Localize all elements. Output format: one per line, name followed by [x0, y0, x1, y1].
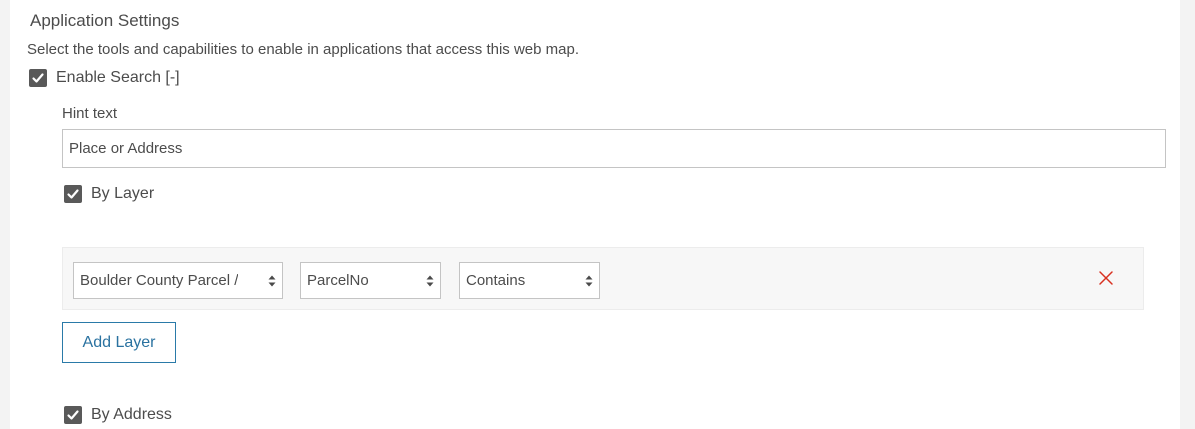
hint-text-label: Hint text — [62, 105, 118, 122]
close-icon[interactable] — [1098, 270, 1114, 286]
sort-arrows-icon — [585, 275, 593, 287]
by-address-checkbox-row[interactable]: By Address — [64, 406, 172, 424]
search-layer-row: Boulder County Parcel / ParcelNo Contain… — [62, 247, 1144, 310]
layer-select[interactable]: Boulder County Parcel / — [73, 262, 283, 299]
enable-search-label: Enable Search [-] — [56, 69, 180, 86]
section-title: Application Settings — [30, 11, 180, 30]
checkmark-icon — [67, 410, 79, 420]
checkmark-icon — [32, 73, 44, 83]
by-layer-checkbox[interactable] — [64, 185, 82, 203]
sort-arrows-icon — [426, 275, 434, 287]
operator-select-value: Contains — [466, 272, 526, 289]
by-layer-label: By Layer — [91, 185, 155, 202]
hint-text-input[interactable] — [62, 129, 1166, 168]
enable-search-checkbox-row[interactable]: Enable Search [-] — [29, 69, 180, 87]
by-address-checkbox[interactable] — [64, 406, 82, 424]
sort-arrows-icon — [268, 275, 276, 287]
field-select[interactable]: ParcelNo — [300, 262, 441, 299]
by-layer-checkbox-row[interactable]: By Layer — [64, 185, 154, 203]
layer-select-value: Boulder County Parcel / — [80, 272, 239, 289]
checkmark-icon — [67, 189, 79, 199]
field-select-value: ParcelNo — [307, 272, 369, 289]
enable-search-checkbox[interactable] — [29, 69, 47, 87]
operator-select[interactable]: Contains — [459, 262, 600, 299]
section-description: Select the tools and capabilities to ena… — [27, 41, 579, 58]
settings-panel: Application Settings Select the tools an… — [10, 0, 1180, 429]
by-address-label: By Address — [91, 406, 172, 423]
add-layer-button[interactable]: Add Layer — [62, 322, 176, 363]
